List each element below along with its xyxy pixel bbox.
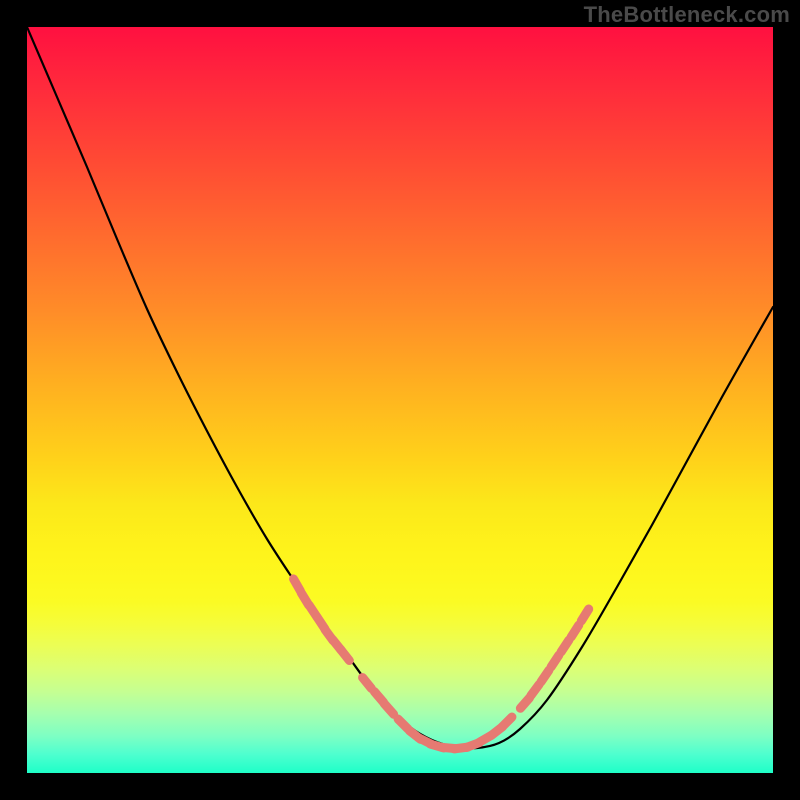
watermark-text: TheBottleneck.com (584, 2, 790, 28)
highlight-dot (541, 670, 549, 682)
highlight-dot (363, 678, 372, 689)
highlight-dot (581, 609, 588, 621)
chart-svg (27, 27, 773, 773)
highlight-dot (571, 625, 579, 637)
highlight-dot (551, 655, 559, 667)
highlight-dots (294, 579, 589, 749)
bottleneck-curve (27, 27, 773, 748)
highlight-dot (341, 650, 350, 661)
highlight-dot (384, 704, 393, 714)
chart-frame: TheBottleneck.com (0, 0, 800, 800)
highlight-dot (561, 640, 569, 652)
highlight-dot (531, 684, 539, 695)
highlight-dot (520, 698, 529, 709)
highlight-dot (502, 717, 512, 727)
